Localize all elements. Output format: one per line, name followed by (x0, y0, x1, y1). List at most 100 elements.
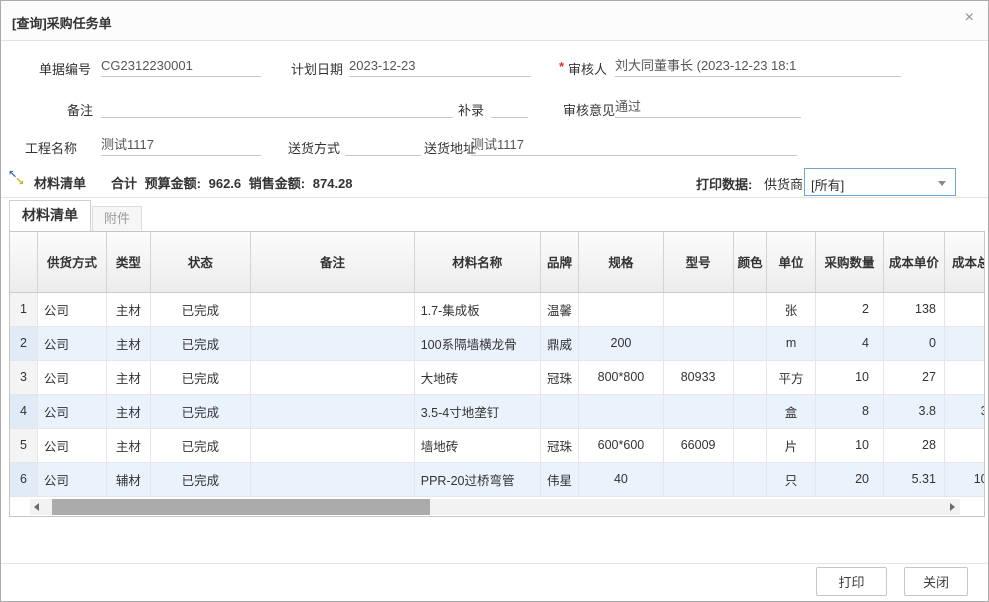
table-cell: 106.2 (944, 462, 985, 496)
column-header[interactable]: 成本单价 (883, 232, 944, 292)
table-row[interactable]: 2公司主材已完成100系隔墙横龙骨鼎威200m400 (10, 326, 985, 360)
auditor-field[interactable]: 刘大同董事长 (2023-12-23 18:1 (615, 56, 901, 77)
table-cell: 280 (944, 428, 985, 462)
table-cell: PPR-20过桥弯管 (414, 462, 540, 496)
column-header[interactable]: 颜色 (733, 232, 767, 292)
plan-date-field[interactable]: 2023-12-23 (349, 56, 531, 77)
table-cell: 0 (944, 326, 985, 360)
column-header[interactable]: 采购数量 (815, 232, 883, 292)
tab-attachments[interactable]: 附件 (92, 206, 142, 231)
column-header[interactable]: 单位 (767, 232, 816, 292)
table-cell: m (767, 326, 816, 360)
column-header[interactable] (10, 232, 37, 292)
column-header[interactable]: 规格 (579, 232, 663, 292)
material-grid: 供货方式类型状态备注材料名称品牌规格型号颜色单位采购数量成本单价成本总价 1公司… (9, 231, 985, 517)
table-cell: 270 (944, 360, 985, 394)
row-number: 2 (10, 326, 37, 360)
delivery-method-label: 送货方式 (288, 138, 340, 157)
table-cell: 公司 (37, 326, 106, 360)
column-header[interactable]: 类型 (106, 232, 150, 292)
sales-value: 874.28 (313, 176, 353, 191)
table-cell: 已完成 (150, 360, 251, 394)
table-cell: 8 (815, 394, 883, 428)
column-header[interactable]: 状态 (150, 232, 251, 292)
tab-material-list[interactable]: 材料清单 (9, 200, 91, 231)
supplier-dropdown-value: [所有] (811, 175, 844, 194)
scrollbar-thumb[interactable] (52, 499, 430, 515)
table-cell: 盒 (767, 394, 816, 428)
delivery-address-field[interactable]: 测试1117 (471, 135, 797, 156)
table-cell: 冠珠 (540, 428, 579, 462)
table-cell (663, 292, 733, 326)
table-cell (579, 292, 663, 326)
row-number: 4 (10, 394, 37, 428)
table-cell (540, 394, 579, 428)
table-cell (251, 462, 415, 496)
doc-no-field[interactable]: CG2312230001 (101, 56, 261, 77)
column-header[interactable]: 供货方式 (37, 232, 106, 292)
table-row[interactable]: 1公司主材已完成1.7-集成板温馨张2138276 (10, 292, 985, 326)
divider (1, 197, 988, 198)
horizontal-scrollbar[interactable] (30, 499, 960, 515)
table-cell: 5.31 (883, 462, 944, 496)
budget-label: 预算金额: (145, 176, 201, 191)
chevron-down-icon (938, 181, 946, 186)
table-cell: 温馨 (540, 292, 579, 326)
table-cell: 主材 (106, 394, 150, 428)
table-header: 供货方式类型状态备注材料名称品牌规格型号颜色单位采购数量成本单价成本总价 (10, 232, 985, 292)
table-cell: 3.5-4寸地垄钉 (414, 394, 540, 428)
table-cell: 主材 (106, 360, 150, 394)
material-table: 供货方式类型状态备注材料名称品牌规格型号颜色单位采购数量成本单价成本总价 1公司… (10, 232, 985, 497)
table-cell (251, 360, 415, 394)
table-row[interactable]: 3公司主材已完成大地砖冠珠800*80080933平方1027270 (10, 360, 985, 394)
project-name-field[interactable]: 测试1117 (101, 135, 261, 156)
table-cell (733, 462, 767, 496)
close-button[interactable]: 关闭 (904, 567, 968, 596)
table-cell: 张 (767, 292, 816, 326)
table-cell: 800*800 (579, 360, 663, 394)
table-cell: 0 (883, 326, 944, 360)
table-cell (251, 292, 415, 326)
supplier-dropdown[interactable]: [所有] (804, 168, 956, 196)
purchase-task-dialog: [查询]采购任务单 × 单据编号 CG2312230001 计划日期 2023-… (0, 0, 989, 602)
table-row[interactable]: 4公司主材已完成3.5-4寸地垄钉盒83.830.4 (10, 394, 985, 428)
table-cell: 伟星 (540, 462, 579, 496)
arrow-right-icon (950, 503, 955, 511)
table-cell: 1.7-集成板 (414, 292, 540, 326)
table-cell: 40 (579, 462, 663, 496)
delivery-method-field[interactable] (345, 135, 421, 156)
print-button[interactable]: 打印 (816, 567, 887, 596)
table-row[interactable]: 6公司辅材已完成PPR-20过桥弯管伟星40只205.31106.2 (10, 462, 985, 496)
close-icon[interactable]: × (965, 10, 974, 26)
table-cell: 主材 (106, 428, 150, 462)
table-cell: 3.8 (883, 394, 944, 428)
table-cell: 200 (579, 326, 663, 360)
column-header[interactable]: 成本总价 (944, 232, 985, 292)
supplier-label: 供货商 (764, 174, 803, 193)
footer-divider (1, 563, 988, 564)
plan-date-label: 计划日期 (291, 59, 343, 78)
audit-opinion-field[interactable]: 通过 (615, 97, 801, 118)
table-cell: 28 (883, 428, 944, 462)
table-cell (251, 326, 415, 360)
table-cell: 100系隔墙横龙骨 (414, 326, 540, 360)
column-header[interactable]: 备注 (251, 232, 415, 292)
column-header[interactable]: 品牌 (540, 232, 579, 292)
table-cell (733, 428, 767, 462)
column-header[interactable]: 材料名称 (414, 232, 540, 292)
scroll-left-button[interactable] (30, 499, 46, 515)
expand-arrows-icon[interactable]: ↖↘ (9, 171, 26, 188)
section-title: 材料清单 (34, 173, 86, 192)
remark-field[interactable] (101, 97, 453, 118)
row-number: 3 (10, 360, 37, 394)
table-cell (251, 428, 415, 462)
column-header[interactable]: 型号 (663, 232, 733, 292)
supplement-field[interactable] (491, 97, 528, 118)
table-row[interactable]: 5公司主材已完成墙地砖冠珠600*60066009片1028280 (10, 428, 985, 462)
table-cell (733, 326, 767, 360)
table-cell: 80933 (663, 360, 733, 394)
row-number: 6 (10, 462, 37, 496)
table-cell: 30.4 (944, 394, 985, 428)
scroll-right-button[interactable] (944, 499, 960, 515)
table-cell: 10 (815, 360, 883, 394)
